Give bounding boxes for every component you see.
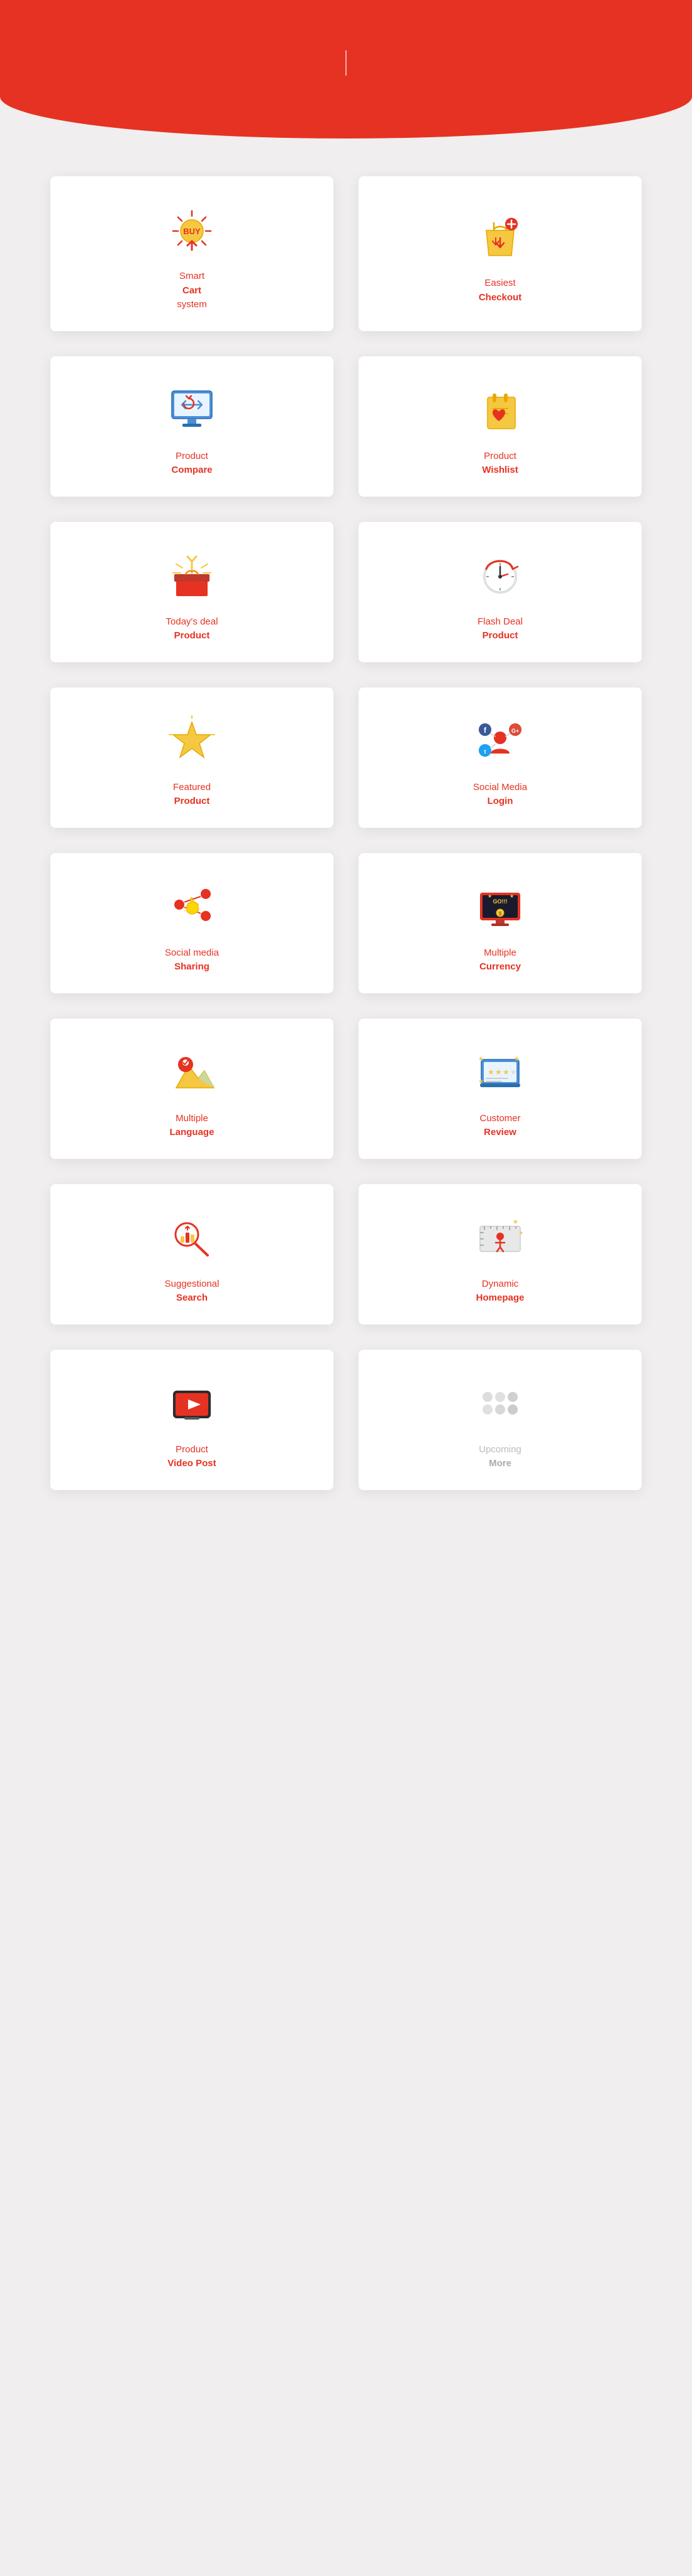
svg-text:★: ★ bbox=[488, 1068, 494, 1076]
easiest-checkout-icon bbox=[472, 208, 528, 265]
svg-text:★: ★ bbox=[519, 1230, 523, 1236]
social-media-sharing-label: Social mediaSharing bbox=[165, 946, 219, 974]
svg-text:★: ★ bbox=[488, 893, 492, 899]
svg-text:★: ★ bbox=[478, 1056, 484, 1063]
social-media-login-label: Social MediaLogin bbox=[473, 781, 527, 809]
svg-text:GO!!!: GO!!! bbox=[493, 898, 508, 905]
easiest-checkout-label: EasiestCheckout bbox=[479, 276, 522, 305]
featured-product-label: FeaturedProduct bbox=[173, 781, 211, 809]
feature-card-suggestional-search: SuggestionalSearch bbox=[50, 1184, 333, 1325]
upcoming-more-label: UpcomingMore bbox=[479, 1443, 522, 1471]
feature-card-smart-cart: BUY Smart Cartsystem bbox=[50, 176, 333, 331]
todays-deal-icon bbox=[164, 547, 220, 604]
svg-text:G+: G+ bbox=[511, 728, 519, 734]
multiple-currency-icon: GO!!! $ ★ ★ bbox=[472, 878, 528, 935]
product-compare-label: ProductCompare bbox=[171, 449, 212, 478]
smart-cart-label: Smart Cartsystem bbox=[177, 269, 207, 312]
feature-card-multiple-language: MultipleLanguage bbox=[50, 1019, 333, 1159]
upcoming-more-icon bbox=[472, 1375, 528, 1432]
header-divider bbox=[345, 50, 347, 76]
feature-card-dynamic-homepage: ★ ★ DynamicHomepage bbox=[359, 1184, 642, 1325]
feature-card-featured-product: FeaturedProduct bbox=[50, 687, 333, 828]
feature-card-social-media-login: f G+ t Social MediaLogin bbox=[359, 687, 642, 828]
social-media-login-icon: f G+ t bbox=[472, 713, 528, 769]
featured-product-icon bbox=[164, 713, 220, 769]
feature-card-product-video: ProductVideo Post bbox=[50, 1350, 333, 1490]
svg-text:t: t bbox=[484, 749, 486, 755]
smart-cart-icon: BUY bbox=[164, 201, 220, 258]
svg-text:★: ★ bbox=[478, 1078, 484, 1085]
svg-text:$: $ bbox=[499, 911, 502, 917]
feature-card-easiest-checkout: EasiestCheckout bbox=[359, 176, 642, 331]
todays-deal-label: Today's dealProduct bbox=[166, 615, 218, 643]
product-compare-icon bbox=[164, 381, 220, 438]
customer-review-label: CustomerReview bbox=[479, 1112, 520, 1140]
dynamic-homepage-icon: ★ ★ bbox=[472, 1209, 528, 1266]
page-header bbox=[0, 0, 692, 138]
flash-deal-label: Flash DealProduct bbox=[477, 615, 523, 643]
features-grid: BUY Smart Cartsystem bbox=[0, 138, 692, 1528]
suggestional-search-icon bbox=[164, 1209, 220, 1266]
flash-deal-icon bbox=[472, 547, 528, 604]
multiple-language-icon bbox=[164, 1044, 220, 1100]
suggestional-search-label: SuggestionalSearch bbox=[165, 1277, 220, 1306]
svg-text:★: ★ bbox=[503, 1068, 510, 1076]
feature-card-todays-deal: Today's dealProduct bbox=[50, 522, 333, 662]
svg-text:★: ★ bbox=[510, 893, 514, 899]
feature-card-customer-review: ★ ★ ★ ★ ★ ★ ★ CustomerReview bbox=[359, 1019, 642, 1159]
feature-card-flash-deal: Flash DealProduct bbox=[359, 522, 642, 662]
product-wishlist-icon bbox=[472, 381, 528, 438]
feature-card-multiple-currency: GO!!! $ ★ ★ MultipleCurrency bbox=[359, 853, 642, 993]
svg-text:★: ★ bbox=[510, 1068, 517, 1076]
svg-text:BUY: BUY bbox=[183, 227, 201, 236]
feature-card-product-compare: ProductCompare bbox=[50, 356, 333, 497]
dynamic-homepage-label: DynamicHomepage bbox=[476, 1277, 525, 1306]
social-media-sharing-icon bbox=[164, 878, 220, 935]
feature-card-upcoming-more: UpcomingMore bbox=[359, 1350, 642, 1490]
multiple-currency-label: MultipleCurrency bbox=[479, 946, 521, 974]
customer-review-icon: ★ ★ ★ ★ ★ ★ ★ bbox=[472, 1044, 528, 1100]
product-wishlist-label: ProductWishlist bbox=[482, 449, 518, 478]
svg-text:★: ★ bbox=[513, 1219, 518, 1226]
product-video-icon bbox=[164, 1375, 220, 1432]
feature-card-social-media-sharing: Social mediaSharing bbox=[50, 853, 333, 993]
product-video-label: ProductVideo Post bbox=[167, 1443, 216, 1471]
feature-card-product-wishlist: ProductWishlist bbox=[359, 356, 642, 497]
multiple-language-label: MultipleLanguage bbox=[170, 1112, 215, 1140]
svg-text:★: ★ bbox=[514, 1056, 520, 1063]
svg-text:★: ★ bbox=[495, 1068, 502, 1076]
